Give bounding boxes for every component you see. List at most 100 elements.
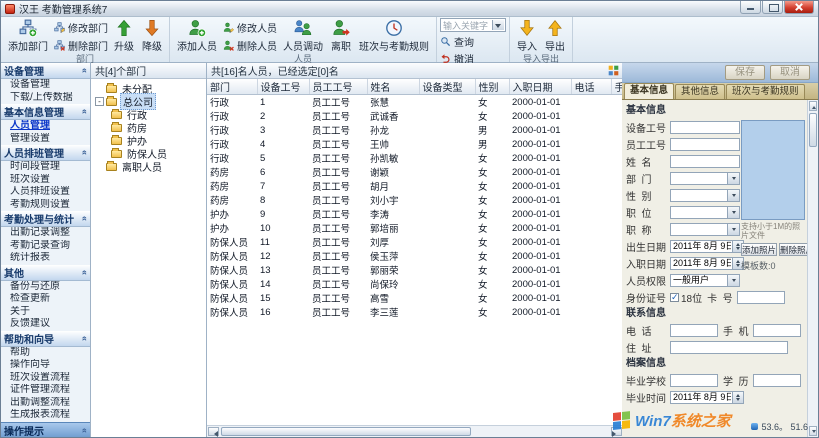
table-row[interactable]: 药房7员工工号胡月女2000-01-01 <box>207 179 623 193</box>
sidebar-item[interactable]: 人员排班设置 <box>1 186 90 199</box>
sidebar-section-header[interactable]: 人员排班管理« <box>1 145 90 161</box>
sidebar-item[interactable]: 班次设置 <box>1 174 90 187</box>
sidebar-section-header[interactable]: 基本信息管理« <box>1 104 90 120</box>
tab-0[interactable]: 基本信息 <box>624 83 674 99</box>
sidebar-section-header[interactable]: 设备管理« <box>1 63 90 79</box>
sidebar-item[interactable]: 生成报表流程 <box>1 409 90 422</box>
sidebar-item[interactable]: 设备管理 <box>1 79 90 92</box>
mobile-input[interactable] <box>753 324 801 337</box>
import-button[interactable]: 导入 <box>513 18 541 54</box>
add-dept-button[interactable]: 添加部门 <box>4 18 52 54</box>
table-row[interactable]: 行政5员工工号孙凯敏女2000-01-01 <box>207 151 623 165</box>
sidebar-item[interactable]: 出勤调整流程 <box>1 397 90 410</box>
save-button[interactable]: 保存 <box>725 65 765 80</box>
scroll-down-arrow[interactable] <box>809 426 817 436</box>
column-header[interactable]: 部门 <box>207 79 257 95</box>
tree-node[interactable]: 离职人员 <box>93 160 206 173</box>
tree-expander-icon[interactable]: - <box>95 97 104 106</box>
sidebar-item[interactable]: 下载/上传数据 <box>1 92 90 105</box>
table-row[interactable]: 防保人员16员工工号李三莲女2000-01-01 <box>207 305 623 319</box>
scroll-left-arrow[interactable] <box>208 427 219 436</box>
degree-input[interactable] <box>753 374 801 387</box>
table-row[interactable]: 行政1员工工号张慧女2000-01-01 <box>207 95 623 110</box>
name-input[interactable] <box>670 155 740 168</box>
sidebar-item[interactable]: 出勤记录调整 <box>1 227 90 240</box>
sidebar-item[interactable]: 考勤规则设置 <box>1 199 90 212</box>
card-no-input[interactable] <box>737 291 785 304</box>
resign-button[interactable]: 离职 <box>327 18 355 54</box>
column-settings-icon[interactable] <box>608 65 619 76</box>
upgrade-button[interactable]: 升级 <box>110 18 138 54</box>
column-header[interactable]: 入职日期 <box>509 79 571 95</box>
scroll-right-arrow[interactable] <box>611 427 622 436</box>
add-photo-button[interactable]: 添加照片 <box>741 243 777 256</box>
tab-1[interactable]: 其他信息 <box>675 84 725 99</box>
sidebar-item[interactable]: 班次设置流程 <box>1 372 90 385</box>
minimize-button[interactable] <box>740 1 761 14</box>
sidebar-item[interactable]: 时间段管理 <box>1 161 90 174</box>
sidebar-item[interactable]: 反馈建议 <box>1 318 90 331</box>
export-button[interactable]: 导出 <box>541 18 569 54</box>
column-header[interactable]: 姓名 <box>367 79 419 95</box>
cancel-button[interactable]: 取消 <box>770 65 810 80</box>
table-row[interactable]: 药房6员工工号谢颖女2000-01-01 <box>207 165 623 179</box>
scrollbar-thumb[interactable] <box>809 113 817 147</box>
column-header[interactable]: 性别 <box>475 79 509 95</box>
table-row[interactable]: 防保人员13员工工号郭丽荣女2000-01-01 <box>207 263 623 277</box>
maximize-button[interactable] <box>762 1 783 14</box>
gender-select[interactable] <box>670 189 740 202</box>
emp-id-input[interactable] <box>670 138 740 151</box>
grad-date-input[interactable]: 2011年 8月 9日 <box>670 391 744 404</box>
school-input[interactable] <box>670 374 718 387</box>
date-spinner[interactable] <box>732 392 743 403</box>
birth-date-input[interactable]: 2011年 8月 9日 <box>670 240 744 253</box>
sidebar-item[interactable]: 人员管理 <box>1 120 90 133</box>
column-header[interactable]: 员工工号 <box>309 79 367 95</box>
table-row[interactable]: 护办9员工工号李涛女2000-01-01 <box>207 207 623 221</box>
table-row[interactable]: 药房8员工工号刘小宇女2000-01-01 <box>207 193 623 207</box>
delete-person-button[interactable]: 删除人员 <box>223 38 277 53</box>
scrollbar-thumb[interactable] <box>221 427 471 436</box>
device-id-input[interactable] <box>670 121 740 134</box>
keyword-input[interactable]: 输入关键字 <box>440 18 506 32</box>
edit-dept-button[interactable]: 修改部门 <box>54 20 108 35</box>
form-scrollbar[interactable] <box>807 100 818 437</box>
column-header[interactable]: 设备类型 <box>419 79 475 95</box>
table-row[interactable]: 行政2员工工号武诚香女2000-01-01 <box>207 109 623 123</box>
address-input[interactable] <box>670 341 788 354</box>
job-title-select[interactable] <box>670 223 740 236</box>
hire-date-input[interactable]: 2011年 8月 9日 <box>670 257 744 270</box>
position-select[interactable] <box>670 206 740 219</box>
downgrade-button[interactable]: 降级 <box>138 18 166 54</box>
column-header[interactable]: 设备工号 <box>257 79 309 95</box>
id18-checkbox[interactable] <box>670 293 679 302</box>
shift-rules-button[interactable]: 班次与考勤规则 <box>355 18 433 54</box>
column-header[interactable]: 电话 <box>571 79 611 95</box>
sidebar-item[interactable]: 证件管理流程 <box>1 384 90 397</box>
table-row[interactable]: 行政3员工工号孙龙男2000-01-01 <box>207 123 623 137</box>
tab-2[interactable]: 班次与考勤规则 <box>726 84 805 99</box>
scroll-up-arrow[interactable] <box>809 101 817 111</box>
sidebar-item[interactable]: 帮助 <box>1 347 90 360</box>
table-row[interactable]: 护办10员工工号郭培丽女2000-01-01 <box>207 221 623 235</box>
dept-select[interactable] <box>670 172 740 185</box>
phone-input[interactable] <box>670 324 718 337</box>
sidebar-section-header[interactable]: 考勤处理与统计« <box>1 211 90 227</box>
table-row[interactable]: 防保人员12员工工号侯玉萍女2000-01-01 <box>207 249 623 263</box>
sidebar-section-header[interactable]: 其他« <box>1 265 90 281</box>
tree-node[interactable]: 药房 <box>93 121 206 134</box>
tree-node[interactable]: -总公司 <box>93 95 206 108</box>
table-row[interactable]: 防保人员14员工工号尚保玲女2000-01-01 <box>207 277 623 291</box>
sidebar-item[interactable]: 关于 <box>1 306 90 319</box>
search-button[interactable]: 查询 <box>440 34 506 49</box>
delete-dept-button[interactable]: 删除部门 <box>54 38 108 53</box>
sidebar-item[interactable]: 操作向导 <box>1 359 90 372</box>
add-person-button[interactable]: 添加人员 <box>173 18 221 54</box>
privilege-select[interactable]: 一般用户 <box>670 274 740 287</box>
sidebar-item[interactable]: 管理设置 <box>1 133 90 146</box>
horizontal-scrollbar[interactable] <box>207 425 623 437</box>
transfer-person-button[interactable]: 人员调动 <box>279 18 327 54</box>
sidebar-item[interactable]: 检查更新 <box>1 293 90 306</box>
edit-person-button[interactable]: 修改人员 <box>223 20 277 35</box>
sidebar-item[interactable]: 统计报表 <box>1 252 90 265</box>
